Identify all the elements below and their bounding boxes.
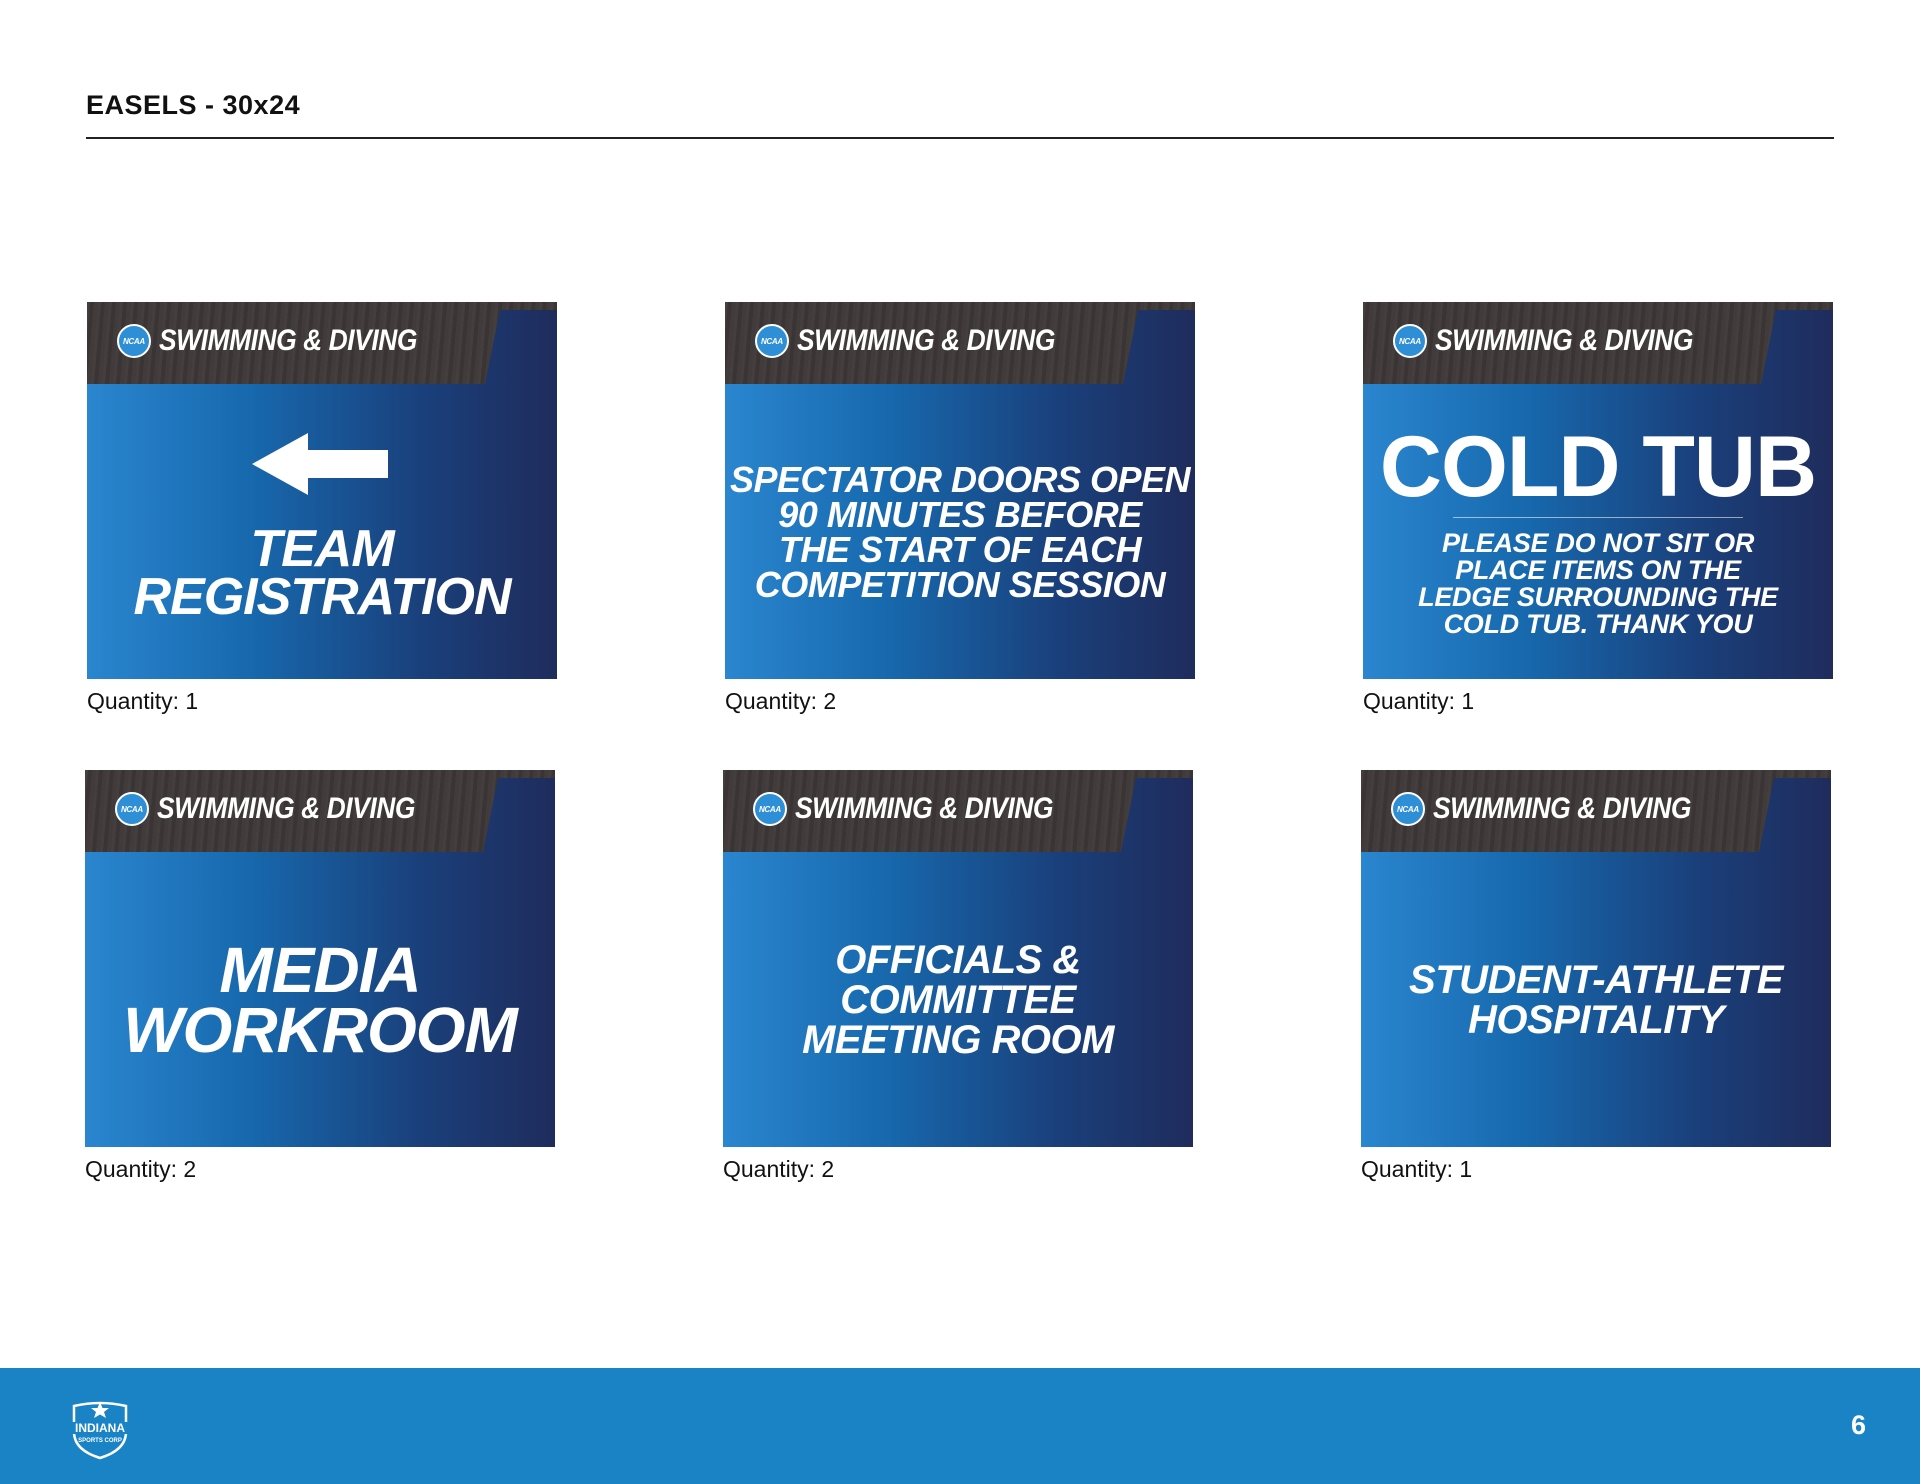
sign-divider <box>1453 517 1743 518</box>
sign-card-cold-tub: NCAA SWIMMING & DIVING COLD TUB PLEASE D… <box>1363 302 1833 715</box>
sign-brand: NCAA SWIMMING & DIVING <box>85 792 480 826</box>
sign-text: COLD TUB <box>1379 419 1817 515</box>
sign-preview: NCAA SWIMMING & DIVING MEDIA WORKROOM <box>85 770 555 1147</box>
sign-card-officials-committee: NCAA SWIMMING & DIVING OFFICIALS & COMMI… <box>723 770 1193 1183</box>
left-arrow-icon <box>252 432 388 495</box>
quantity-label: Quantity: 1 <box>1361 1156 1473 1182</box>
sign-text: STUDENT-ATHLETE HOSPITALITY <box>1409 957 1783 1042</box>
ncaa-logo-icon: NCAA <box>1392 324 1427 358</box>
footer-bar: INDIANA SPORTS CORP 6 <box>0 1368 1920 1484</box>
quantity-label: Quantity: 1 <box>87 688 199 714</box>
sign-body: MEDIA WORKROOM <box>85 852 555 1147</box>
sign-body: COLD TUB PLEASE DO NOT SIT OR PLACE ITEM… <box>1363 384 1833 679</box>
sign-brand-text: SWIMMING & DIVING <box>156 792 415 825</box>
sign-brand-text: SWIMMING & DIVING <box>158 324 417 357</box>
ncaa-logo-icon: NCAA <box>754 324 789 358</box>
title-divider <box>86 137 1834 139</box>
sign-text: SPECTATOR DOORS OPEN 90 MINUTES BEFORE T… <box>729 458 1191 605</box>
ncaa-logo-icon: NCAA <box>752 792 787 826</box>
sign-preview: NCAA SWIMMING & DIVING STUDENT-ATHLETE H… <box>1361 770 1831 1147</box>
footer-logo-top-text: INDIANA <box>75 1421 125 1435</box>
sign-body: TEAM REGISTRATION <box>87 384 557 679</box>
sign-brand-text: SWIMMING & DIVING <box>1432 792 1691 825</box>
sign-brand: NCAA SWIMMING & DIVING <box>725 324 1120 358</box>
sign-body: OFFICIALS & COMMITTEE MEETING ROOM <box>723 852 1193 1147</box>
quantity-label: Quantity: 1 <box>1363 688 1475 714</box>
sign-body: STUDENT-ATHLETE HOSPITALITY <box>1361 852 1831 1147</box>
sign-brand-text: SWIMMING & DIVING <box>796 324 1055 357</box>
sign-preview: NCAA SWIMMING & DIVING SPECTATOR DOORS O… <box>725 302 1195 679</box>
sign-card-media-workroom: NCAA SWIMMING & DIVING MEDIA WORKROOM Qu… <box>85 770 555 1183</box>
sign-text: OFFICIALS & COMMITTEE MEETING ROOM <box>802 937 1114 1062</box>
sign-brand-text: SWIMMING & DIVING <box>794 792 1053 825</box>
sign-brand: NCAA SWIMMING & DIVING <box>1361 792 1756 826</box>
sign-card-student-athlete: NCAA SWIMMING & DIVING STUDENT-ATHLETE H… <box>1361 770 1831 1183</box>
quantity-label: Quantity: 2 <box>723 1156 835 1182</box>
quantity-label: Quantity: 2 <box>725 688 837 714</box>
page-number: 6 <box>1850 1410 1866 1440</box>
ncaa-logo-icon: NCAA <box>1390 792 1425 826</box>
sign-subtext: PLEASE DO NOT SIT OR PLACE ITEMS ON THE … <box>1418 528 1778 639</box>
sign-card-spectator-doors: NCAA SWIMMING & DIVING SPECTATOR DOORS O… <box>725 302 1195 715</box>
sign-text: MEDIA WORKROOM <box>123 933 518 1066</box>
page-title: EASELS - 30x24 <box>86 90 301 120</box>
sign-brand: NCAA SWIMMING & DIVING <box>1363 324 1758 358</box>
sign-brand: NCAA SWIMMING & DIVING <box>723 792 1118 826</box>
sign-preview: NCAA SWIMMING & DIVING TEAM REGISTRATION <box>87 302 557 679</box>
indiana-sports-corp-logo-icon: INDIANA SPORTS CORP <box>68 1401 132 1460</box>
sign-body: SPECTATOR DOORS OPEN 90 MINUTES BEFORE T… <box>725 384 1195 679</box>
sign-preview: NCAA SWIMMING & DIVING OFFICIALS & COMMI… <box>723 770 1193 1147</box>
sign-preview: NCAA SWIMMING & DIVING COLD TUB PLEASE D… <box>1363 302 1833 679</box>
ncaa-logo-icon: NCAA <box>114 792 149 826</box>
ncaa-logo-icon: NCAA <box>116 324 151 358</box>
sign-brand: NCAA SWIMMING & DIVING <box>87 324 482 358</box>
footer-logo-bottom-text: SPORTS CORP <box>78 1438 122 1444</box>
sign-card-team-registration: NCAA SWIMMING & DIVING TEAM REGISTRATION… <box>87 302 557 715</box>
sign-brand-text: SWIMMING & DIVING <box>1434 324 1693 357</box>
sign-text: TEAM REGISTRATION <box>133 519 511 626</box>
quantity-label: Quantity: 2 <box>85 1156 197 1182</box>
